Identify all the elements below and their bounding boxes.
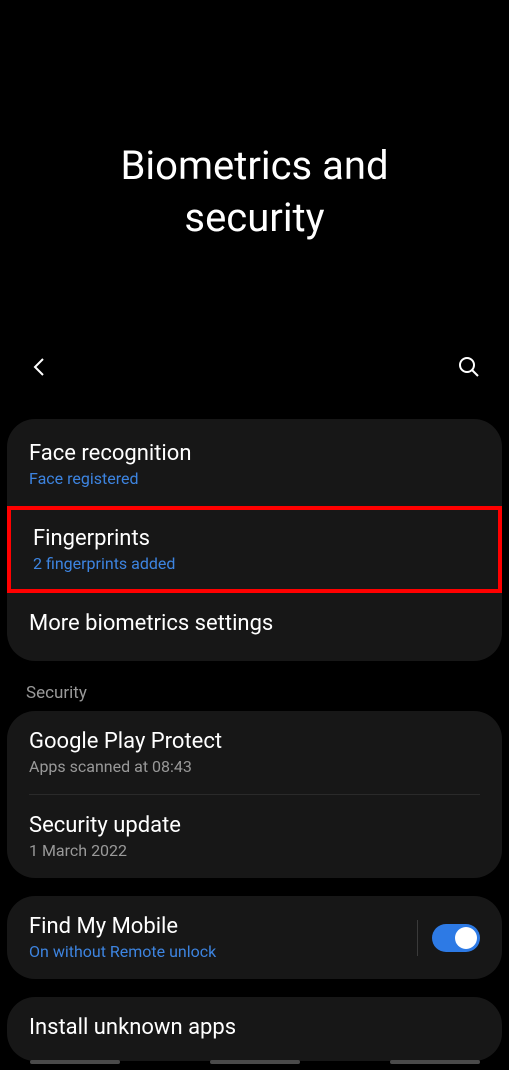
settings-item-install-unknown-apps[interactable]: Install unknown apps bbox=[7, 997, 502, 1061]
settings-item-security-update[interactable]: Security update 1 March 2022 bbox=[7, 795, 502, 878]
nav-back-icon[interactable] bbox=[390, 1060, 480, 1064]
item-title: Find My Mobile bbox=[29, 914, 403, 939]
security-group: Google Play Protect Apps scanned at 08:4… bbox=[7, 711, 502, 878]
find-my-mobile-group: Find My Mobile On without Remote unlock bbox=[7, 896, 502, 979]
biometrics-group: Face recognition Face registered Fingerp… bbox=[7, 419, 502, 661]
nav-home-icon[interactable] bbox=[210, 1060, 300, 1064]
toggle-divider bbox=[417, 920, 418, 956]
item-title: Face recognition bbox=[29, 441, 480, 466]
item-subtitle: On without Remote unlock bbox=[29, 942, 403, 961]
nav-bar bbox=[0, 344, 509, 394]
settings-item-google-play-protect[interactable]: Google Play Protect Apps scanned at 08:4… bbox=[7, 711, 502, 794]
item-subtitle: 2 fingerprints added bbox=[33, 554, 476, 573]
item-title: Security update bbox=[29, 813, 480, 838]
settings-item-more-biometrics[interactable]: More biometrics settings bbox=[7, 593, 502, 657]
item-title: Install unknown apps bbox=[29, 1015, 480, 1040]
settings-item-face-recognition[interactable]: Face recognition Face registered bbox=[7, 419, 502, 506]
install-unknown-group: Install unknown apps bbox=[7, 997, 502, 1061]
item-subtitle: 1 March 2022 bbox=[29, 841, 480, 860]
item-title: Fingerprints bbox=[33, 526, 476, 551]
navigation-bar bbox=[0, 1060, 509, 1064]
settings-item-fingerprints[interactable]: Fingerprints 2 fingerprints added bbox=[7, 506, 502, 593]
search-icon[interactable] bbox=[457, 355, 481, 383]
item-subtitle: Face registered bbox=[29, 469, 480, 488]
section-header-security: Security bbox=[0, 679, 509, 711]
page-title-header: Biometrics and security bbox=[0, 0, 509, 344]
item-title: More biometrics settings bbox=[29, 611, 480, 636]
page-title: Biometrics and security bbox=[0, 140, 509, 244]
item-subtitle: Apps scanned at 08:43 bbox=[29, 757, 480, 776]
item-title: Google Play Protect bbox=[29, 729, 480, 754]
back-icon[interactable] bbox=[28, 355, 52, 383]
toggle-switch-find-my-mobile[interactable] bbox=[432, 924, 480, 952]
nav-recent-icon[interactable] bbox=[30, 1060, 120, 1064]
settings-item-find-my-mobile[interactable]: Find My Mobile On without Remote unlock bbox=[7, 896, 502, 979]
